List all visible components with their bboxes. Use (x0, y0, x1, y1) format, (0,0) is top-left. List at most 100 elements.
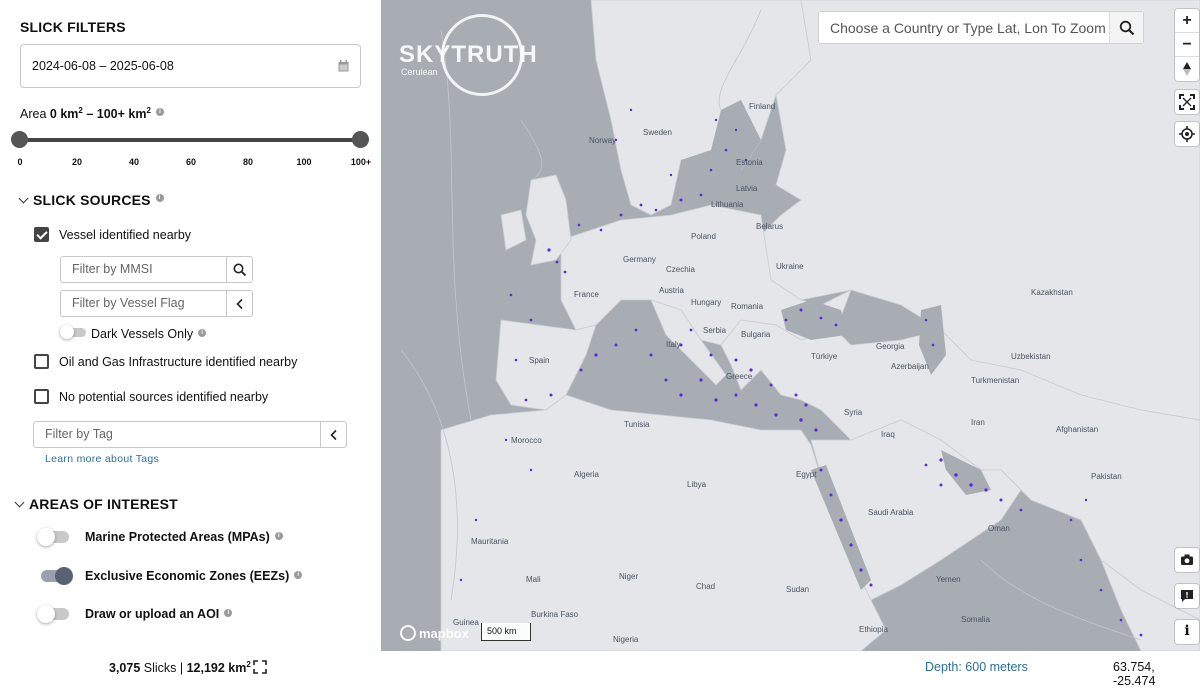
oil-gas-label: Oil and Gas Infrastructure identified ne… (59, 355, 298, 369)
info-icon[interactable]: i (155, 108, 164, 116)
map-label: Greece (726, 372, 753, 381)
fullscreen-button[interactable] (1175, 90, 1199, 114)
area-range-slider[interactable] (20, 138, 361, 142)
dark-vessels-label: Dark Vessels Only i (91, 327, 207, 341)
info-icon[interactable]: i (274, 532, 283, 540)
area-slider-min-handle[interactable] (11, 131, 28, 148)
mmsi-input[interactable]: Filter by MMSI (61, 257, 226, 282)
dark-vessels-toggle[interactable] (60, 325, 86, 339)
map-label: Italy (666, 340, 681, 349)
map-label: Iraq (881, 430, 895, 439)
map-label: Ethiopia (859, 625, 888, 634)
reset-north-button[interactable] (1175, 57, 1199, 81)
map-label: Saudi Arabia (868, 508, 914, 517)
map-label: Belarus (756, 222, 784, 231)
areas-of-interest-header[interactable]: AREAS OF INTEREST (14, 496, 178, 512)
map-label: Ukraine (776, 262, 804, 271)
map-label: Morocco (511, 436, 542, 445)
map-label: Bulgaria (741, 330, 771, 339)
slicks-area-total: 12,192 km (186, 661, 247, 676)
map-label: Nigeria (613, 635, 639, 644)
chevron-down-icon (14, 497, 25, 508)
map-label: Burkina Faso (531, 610, 579, 619)
info-button[interactable]: i (1175, 620, 1199, 644)
map-label: Syria (844, 408, 863, 417)
map-label: Somalia (961, 615, 990, 624)
filters-sidebar: SLICK FILTERS 2024-06-08 – 2025-06-08 Ar… (0, 0, 381, 651)
map-label: Lithuania (711, 200, 744, 209)
info-icon[interactable]: i (224, 609, 233, 617)
slider-tick: 0 (17, 157, 23, 167)
scale-bar: 500 km (481, 623, 531, 641)
feedback-icon (1181, 590, 1193, 602)
vessel-nearby-checkbox[interactable] (34, 227, 49, 242)
map-label: Algeria (574, 470, 599, 479)
slider-tick: 60 (185, 157, 197, 167)
vessel-flag-dropdown-button[interactable] (226, 291, 252, 316)
fullscreen-control (1175, 90, 1199, 114)
map-label: Turkmenistan (971, 376, 1020, 385)
map-label: Türkiye (811, 352, 838, 361)
zoom-in-button[interactable]: + (1175, 9, 1199, 33)
map-label: Norway (589, 136, 617, 145)
slider-tick: 20 (71, 157, 83, 167)
aoi-toggle[interactable] (37, 605, 69, 623)
search-button[interactable] (1109, 12, 1143, 43)
map-label: Austria (659, 286, 684, 295)
location-search[interactable]: Choose a Country or Type Lat, Lon To Zoo… (818, 11, 1144, 44)
learn-more-tags-link[interactable]: Learn more about Tags (45, 453, 159, 465)
status-footer: 3,075 Slicks | 12,192 km2 Depth: 600 met… (0, 651, 1200, 688)
info-icon: i (1184, 623, 1190, 639)
search-icon (1119, 20, 1135, 36)
map-label: Libya (687, 480, 707, 489)
map-label: Sweden (643, 128, 672, 137)
mmsi-filter: Filter by MMSI (60, 256, 253, 283)
map-label: Afghanistan (1056, 425, 1099, 434)
area-slider-max-handle[interactable] (352, 131, 369, 148)
aoi-label: Draw or upload an AOI i (85, 607, 233, 621)
mpa-label: Marine Protected Areas (MPAs) i (85, 530, 283, 544)
map-label: Niger (619, 572, 639, 581)
map-label: Tunisia (624, 420, 650, 429)
geolocate-button[interactable] (1175, 122, 1199, 146)
cursor-coordinates: 63.754, -25.474 (1113, 660, 1156, 688)
slider-tick: 40 (128, 157, 140, 167)
map-label: Yemen (936, 575, 961, 584)
tag-dropdown-button[interactable] (320, 422, 346, 447)
slicks-count: 3,075 (109, 661, 141, 676)
no-sources-checkbox[interactable] (34, 389, 49, 404)
no-sources-label: No potential sources identified nearby (59, 390, 269, 404)
toggle-knob (55, 567, 73, 585)
logo-wordmark: SKYTRUTH (399, 41, 538, 68)
eez-toggle[interactable] (41, 567, 73, 585)
oil-gas-checkbox[interactable] (34, 354, 49, 369)
mapbox-attribution[interactable]: mapbox (400, 625, 469, 641)
area-max: 100+ km (96, 107, 147, 122)
map-label: Mali (526, 575, 541, 584)
slick-sources-header[interactable]: SLICK SOURCES i (18, 192, 164, 208)
screenshot-button[interactable] (1175, 548, 1199, 572)
logo-subtitle: Cerulean (401, 67, 438, 77)
zoom-controls: + − (1175, 9, 1199, 81)
info-icon[interactable]: i (294, 571, 303, 579)
date-range-picker[interactable]: 2024-06-08 – 2025-06-08 (20, 44, 361, 88)
feedback-button[interactable] (1175, 584, 1199, 608)
tag-input[interactable]: Filter by Tag (34, 422, 320, 447)
map-label: Pakistan (1091, 472, 1122, 481)
mmsi-search-button[interactable] (226, 257, 252, 282)
mapbox-icon (400, 625, 416, 641)
mpa-toggle[interactable] (37, 528, 69, 546)
basemap (400, 0, 1200, 651)
map-label: Finland (749, 102, 776, 111)
map-canvas[interactable]: Sweden Finland Norway Estonia Latvia Lit… (381, 0, 1200, 651)
eez-label: Exclusive Economic Zones (EEZs) i (85, 569, 303, 583)
search-input[interactable]: Choose a Country or Type Lat, Lon To Zoo… (830, 20, 1106, 36)
map-label: Czechia (666, 265, 695, 274)
info-icon[interactable]: i (198, 329, 207, 337)
info-icon[interactable]: i (155, 194, 164, 202)
zoom-out-button[interactable]: − (1175, 33, 1199, 57)
expand-icon[interactable] (253, 660, 267, 674)
vessel-flag-input[interactable]: Filter by Vessel Flag (61, 291, 226, 316)
calendar-icon[interactable] (338, 60, 349, 72)
sidebar-title: SLICK FILTERS (20, 19, 126, 35)
